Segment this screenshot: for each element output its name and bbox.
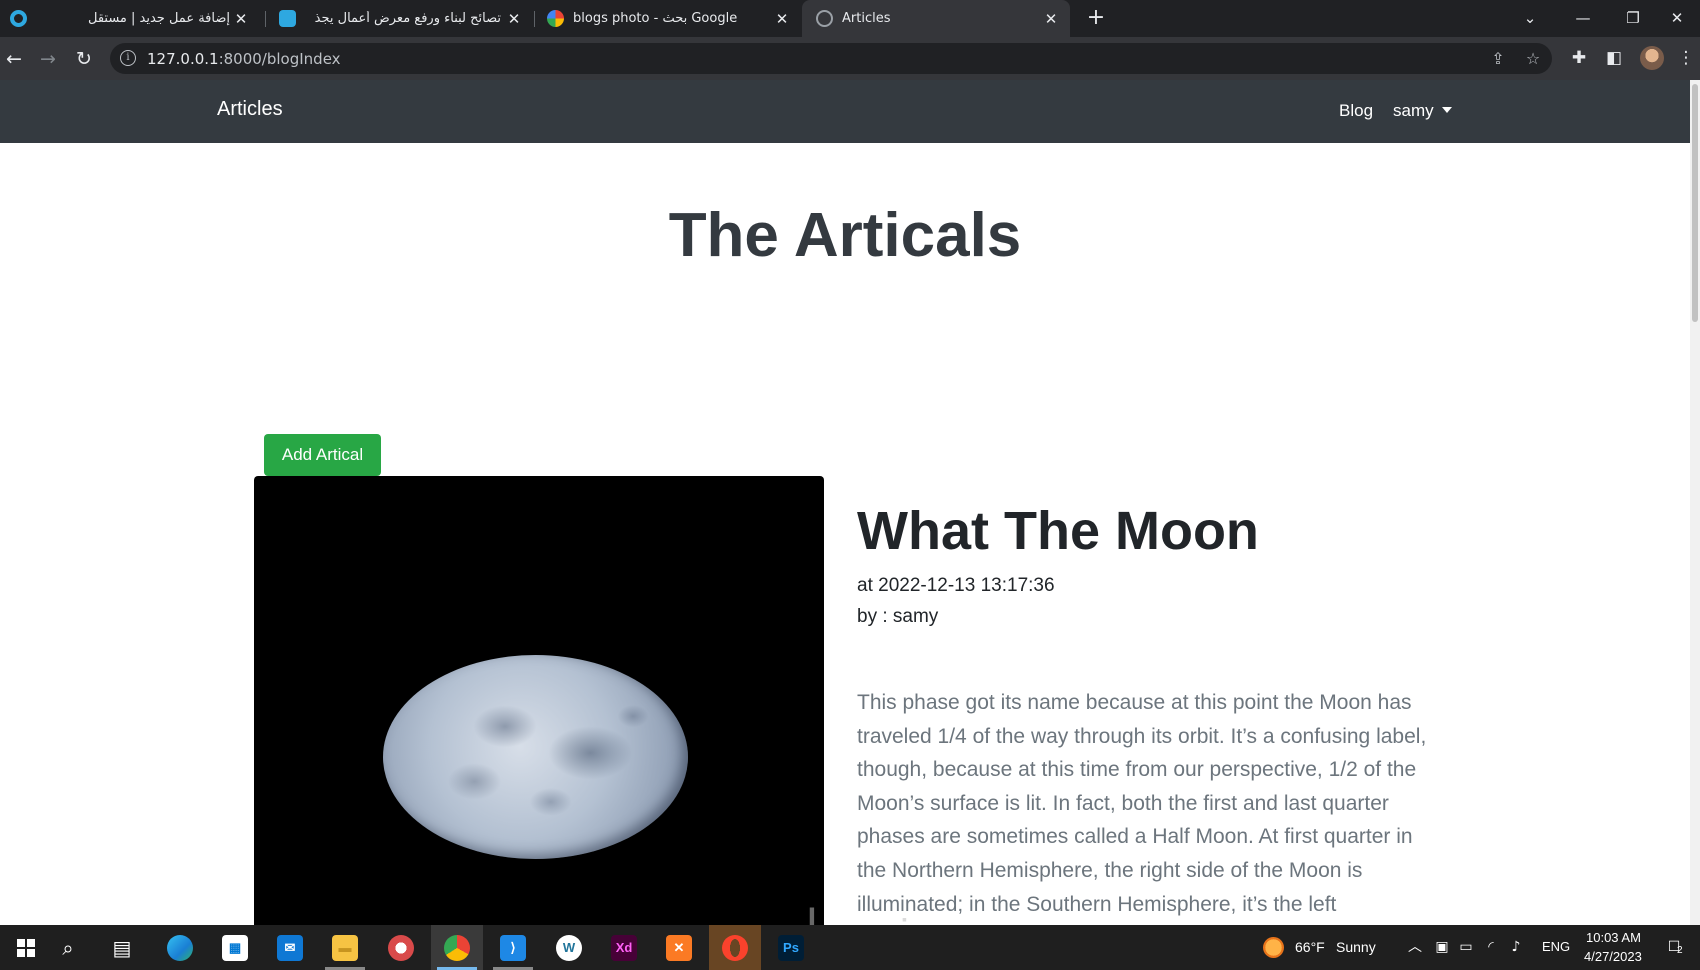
article-date: at 2022-12-13 13:17:36	[857, 575, 1055, 596]
restore-icon[interactable]: ❐	[1610, 0, 1656, 37]
clock-date[interactable]: 4/27/2023	[1584, 949, 1642, 964]
browser-toolbar: ← → ↻ i 127.0.0.1:8000/blogIndex ⇪ ☆ ✚ ◧…	[0, 37, 1700, 80]
url-text: 127.0.0.1:8000/blogIndex	[147, 50, 341, 68]
meet-icon[interactable]: ▣	[1432, 937, 1452, 957]
url-path: :8000/blogIndex	[218, 50, 341, 68]
new-tab-button[interactable]: +	[1083, 6, 1109, 32]
language-indicator[interactable]: ENG	[1542, 939, 1570, 954]
tab-separator	[265, 11, 266, 27]
browser-logo-icon[interactable]	[10, 10, 27, 27]
xd-icon[interactable]: Xd	[598, 925, 650, 970]
reload-icon[interactable]: ↻	[70, 45, 98, 73]
tab-search-icon[interactable]: ⌄	[1507, 0, 1553, 37]
tab-title: تصائح لبناء ورفع معرض أعمال يجذ	[314, 11, 501, 26]
article-author: by : samy	[857, 606, 939, 627]
edge-icon[interactable]	[154, 925, 206, 970]
wifi-icon[interactable]: ◜	[1481, 937, 1501, 957]
menu-icon[interactable]: ⋮	[1674, 46, 1698, 70]
caret-down-icon	[1441, 107, 1452, 113]
battery-icon[interactable]: ▭	[1456, 937, 1476, 957]
nav-link-blog[interactable]: Blog	[1339, 101, 1373, 121]
extensions-icon[interactable]: ✚	[1567, 46, 1591, 70]
weather-temp[interactable]: 66°F	[1295, 939, 1325, 955]
site-info-icon[interactable]: i	[120, 50, 136, 66]
bookmark-star-icon[interactable]: ☆	[1523, 49, 1543, 69]
close-icon[interactable]: ✕	[773, 10, 791, 28]
url-host: 127.0.0.1	[147, 50, 219, 68]
mostaql-icon	[279, 10, 296, 27]
article-body: This phase got its name because at this …	[857, 691, 1427, 916]
notification-count: 2	[1677, 945, 1683, 956]
mail-icon[interactable]: ✉	[264, 925, 316, 970]
photoshop-icon[interactable]: Ps	[765, 925, 817, 970]
minimize-icon[interactable]: —	[1560, 0, 1606, 37]
scrollbar-thumb[interactable]	[1692, 84, 1698, 322]
close-icon[interactable]: ✕	[232, 10, 250, 28]
wordpress-icon[interactable]: W	[543, 925, 595, 970]
forward-icon[interactable]: →	[34, 45, 62, 73]
add-article-button[interactable]: Add Artical	[264, 434, 381, 476]
chrome-icon[interactable]	[431, 925, 483, 970]
store-icon[interactable]: ▦	[209, 925, 261, 970]
volume-icon[interactable]: ♪	[1506, 937, 1526, 957]
explorer-icon[interactable]: ▬	[319, 925, 371, 970]
xampp-icon[interactable]: ✕	[653, 925, 705, 970]
nav-user-dropdown[interactable]: samy	[1393, 101, 1452, 121]
tab-google-search[interactable]: blogs photo - بحث Google ✕	[535, 0, 801, 37]
windows-taskbar: ⌕ ▤ ▦ ✉ ▬ ⟩ W Xd ✕ Ps 66°F Sunny ︿ ▣ ▭ ◜…	[0, 925, 1700, 970]
close-window-icon[interactable]: ✕	[1654, 0, 1700, 37]
nav-user-label: samy	[1393, 101, 1434, 120]
task-view-icon[interactable]: ▤	[96, 925, 148, 970]
moon-image	[383, 655, 688, 859]
chevron-up-icon[interactable]: ︿	[1405, 937, 1425, 957]
tab-mostaql-new-work[interactable]: إضافة عمل جديد | مستقل ✕	[40, 0, 260, 37]
address-bar[interactable]: i 127.0.0.1:8000/blogIndex ⇪ ☆	[110, 43, 1552, 74]
side-panel-icon[interactable]: ◧	[1602, 46, 1626, 70]
app-icon[interactable]	[375, 925, 427, 970]
article-title[interactable]: What The Moon	[857, 500, 1259, 562]
back-icon[interactable]: ←	[0, 45, 28, 73]
weather-sun-icon[interactable]	[1263, 937, 1284, 958]
page-title: The Articals	[668, 201, 1022, 270]
opera-icon[interactable]	[709, 925, 761, 970]
tab-title: Articles	[842, 11, 891, 26]
clock-time[interactable]: 10:03 AM	[1586, 930, 1641, 945]
search-icon[interactable]: ⌕	[42, 925, 94, 970]
google-icon	[547, 10, 564, 27]
tab-title: blogs photo - بحث Google	[573, 11, 738, 26]
navbar-brand[interactable]: Articles	[217, 98, 283, 121]
globe-icon	[816, 10, 833, 27]
page-scrollbar[interactable]	[1690, 80, 1700, 925]
tab-articles[interactable]: Articles ✕	[802, 0, 1070, 37]
close-icon[interactable]: ✕	[505, 10, 523, 28]
close-icon[interactable]: ✕	[1042, 10, 1060, 28]
browser-tab-strip: إضافة عمل جديد | مستقل ✕ تصائح لبناء ورف…	[0, 0, 1700, 37]
tab-portfolio-tips[interactable]: تصائح لبناء ورفع معرض أعمال يجذ ✕	[267, 0, 533, 37]
site-navbar: Articles Blog samy	[0, 80, 1690, 143]
tab-title: إضافة عمل جديد | مستقل	[87, 11, 230, 26]
weather-condition[interactable]: Sunny	[1336, 939, 1376, 955]
share-icon[interactable]: ⇪	[1488, 49, 1508, 69]
vscode-icon[interactable]: ⟩	[487, 925, 539, 970]
profile-avatar[interactable]	[1640, 46, 1664, 70]
article-image	[254, 476, 824, 925]
